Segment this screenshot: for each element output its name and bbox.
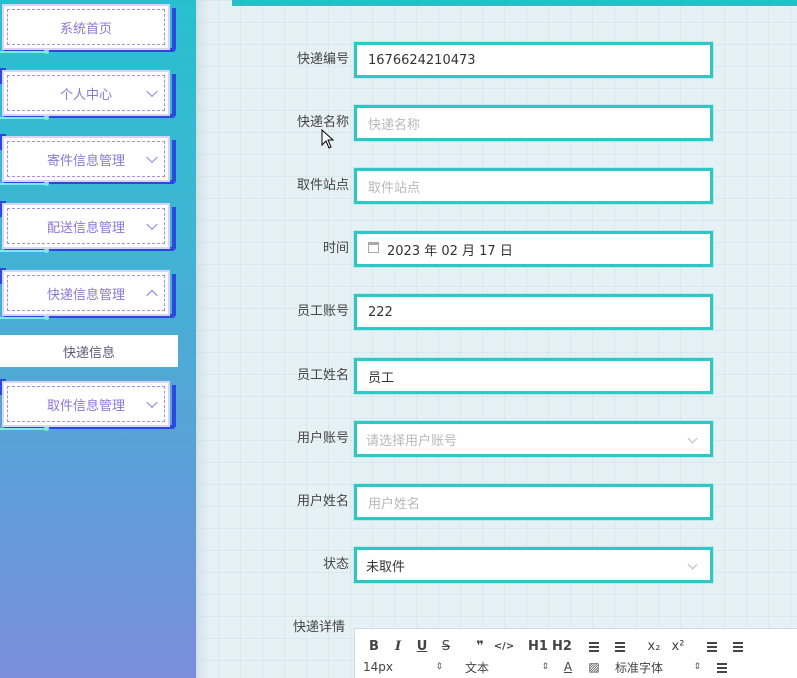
field-label: 快递详情 <box>292 620 345 635</box>
chevron-down-icon <box>687 433 698 444</box>
indent-icon[interactable] <box>725 636 747 656</box>
field-label: 快递编号 <box>296 52 349 67</box>
user-account-select[interactable]: 请选择用户账号 <box>354 421 713 457</box>
h1-button[interactable]: H1 <box>527 636 549 656</box>
status-select[interactable]: 未取件 <box>354 547 713 583</box>
form-row-express-no: 快递编号 1676624210473 <box>254 42 797 78</box>
chevron-down-icon <box>687 559 698 570</box>
pickup-station-input[interactable]: 取件站点 <box>354 168 713 204</box>
sidebar-item-express[interactable]: 快递信息管理 <box>0 268 178 320</box>
font-color-icon[interactable]: A <box>557 657 579 677</box>
field-label: 用户姓名 <box>296 494 349 509</box>
sidebar-item-pickup[interactable]: 取件信息管理 <box>0 379 178 431</box>
sidebar-item-label: 个人中心 <box>7 75 165 111</box>
editor-toolbar-row2: 14px ⇕ 文本 ⇕ A ▨ 标准字体 ⇕ <box>363 656 735 678</box>
field-label: 员工账号 <box>296 304 349 319</box>
font-family-select[interactable]: 标准字体 ⇕ <box>615 659 701 676</box>
align-icon[interactable] <box>709 657 731 677</box>
updown-icon: ⇕ <box>435 662 443 672</box>
field-label: 状态 <box>322 557 349 572</box>
sidebar-item-sending[interactable]: 寄件信息管理 <box>0 134 178 186</box>
font-size-select[interactable]: 14px ⇕ <box>363 660 443 674</box>
underline-button[interactable]: U <box>411 636 433 656</box>
field-label: 用户账号 <box>296 431 349 446</box>
h2-button[interactable]: H2 <box>551 636 573 656</box>
bold-button[interactable]: B <box>363 636 385 656</box>
sidebar-item-label: 配送信息管理 <box>7 208 165 244</box>
outdent-icon[interactable] <box>699 636 721 656</box>
strike-button[interactable]: S <box>435 636 457 656</box>
staff-account-input[interactable]: 222 <box>354 294 713 330</box>
sidebar-item-label: 系统首页 <box>7 9 165 45</box>
field-label: 员工姓名 <box>296 368 349 383</box>
ordered-list-icon[interactable] <box>581 636 603 656</box>
subscript-button[interactable]: x₂ <box>643 636 665 656</box>
quote-button[interactable]: ❞ <box>469 636 491 656</box>
time-date-picker[interactable]: 2023 年 02 月 17 日 <box>354 231 713 267</box>
background-color-icon[interactable]: ▨ <box>583 657 605 677</box>
express-no-input[interactable]: 1676624210473 <box>354 42 713 78</box>
form-row-user-account: 用户账号 请选择用户账号 <box>254 421 797 457</box>
block-type-select[interactable]: 文本 ⇕ <box>465 659 549 676</box>
sidebar-subitem-label: 快递信息 <box>62 345 115 361</box>
form-row-time: 时间 2023 年 02 月 17 日 <box>254 231 797 267</box>
sidebar: 系统首页 个人中心 寄件信息管理 配送信息管理 快递信息管理 快递信息 取件信息… <box>0 0 196 678</box>
italic-button[interactable]: I <box>387 636 409 656</box>
form-row-status: 状态 未取件 <box>254 547 797 583</box>
staff-name-input[interactable]: 员工 <box>354 358 713 394</box>
code-button[interactable]: </> <box>493 636 515 656</box>
form-top-bar <box>232 0 797 6</box>
updown-icon: ⇕ <box>693 662 701 672</box>
bullet-list-icon[interactable] <box>607 636 629 656</box>
superscript-button[interactable]: x² <box>667 636 689 656</box>
field-label: 时间 <box>322 241 349 256</box>
form-row-pickup-station: 取件站点 取件站点 <box>254 168 797 204</box>
form-row-staff-account: 员工账号 222 <box>254 294 797 330</box>
form-row-user-name: 用户姓名 用户姓名 <box>254 484 797 520</box>
express-name-input[interactable]: 快递名称 <box>354 105 713 141</box>
main-content: 快递编号 1676624210473 快递名称 快递名称 取件站点 取件站点 时… <box>196 0 797 678</box>
sidebar-subitem-express-info[interactable]: 快递信息 <box>0 335 178 367</box>
sidebar-item-home[interactable]: 系统首页 <box>0 2 178 54</box>
sidebar-item-label: 寄件信息管理 <box>7 141 165 177</box>
form-row-express-name: 快递名称 快递名称 <box>254 105 797 141</box>
editor-toolbar: B I U S ❞ </> H1 H2 x₂ x² <box>363 635 751 657</box>
calendar-icon <box>368 241 379 253</box>
sidebar-item-label: 快递信息管理 <box>7 275 165 311</box>
user-name-input[interactable]: 用户姓名 <box>354 484 713 520</box>
rich-text-editor[interactable]: B I U S ❞ </> H1 H2 x₂ x² 14px ⇕ 文本 ⇕ A <box>354 628 797 678</box>
sidebar-item-label: 取件信息管理 <box>7 386 165 422</box>
sidebar-item-delivery[interactable]: 配送信息管理 <box>0 201 178 253</box>
sidebar-item-profile[interactable]: 个人中心 <box>0 68 178 120</box>
updown-icon: ⇕ <box>541 662 549 672</box>
field-label: 取件站点 <box>296 178 349 193</box>
form-row-staff-name: 员工姓名 员工 <box>254 358 797 394</box>
mouse-cursor-icon <box>321 129 335 149</box>
